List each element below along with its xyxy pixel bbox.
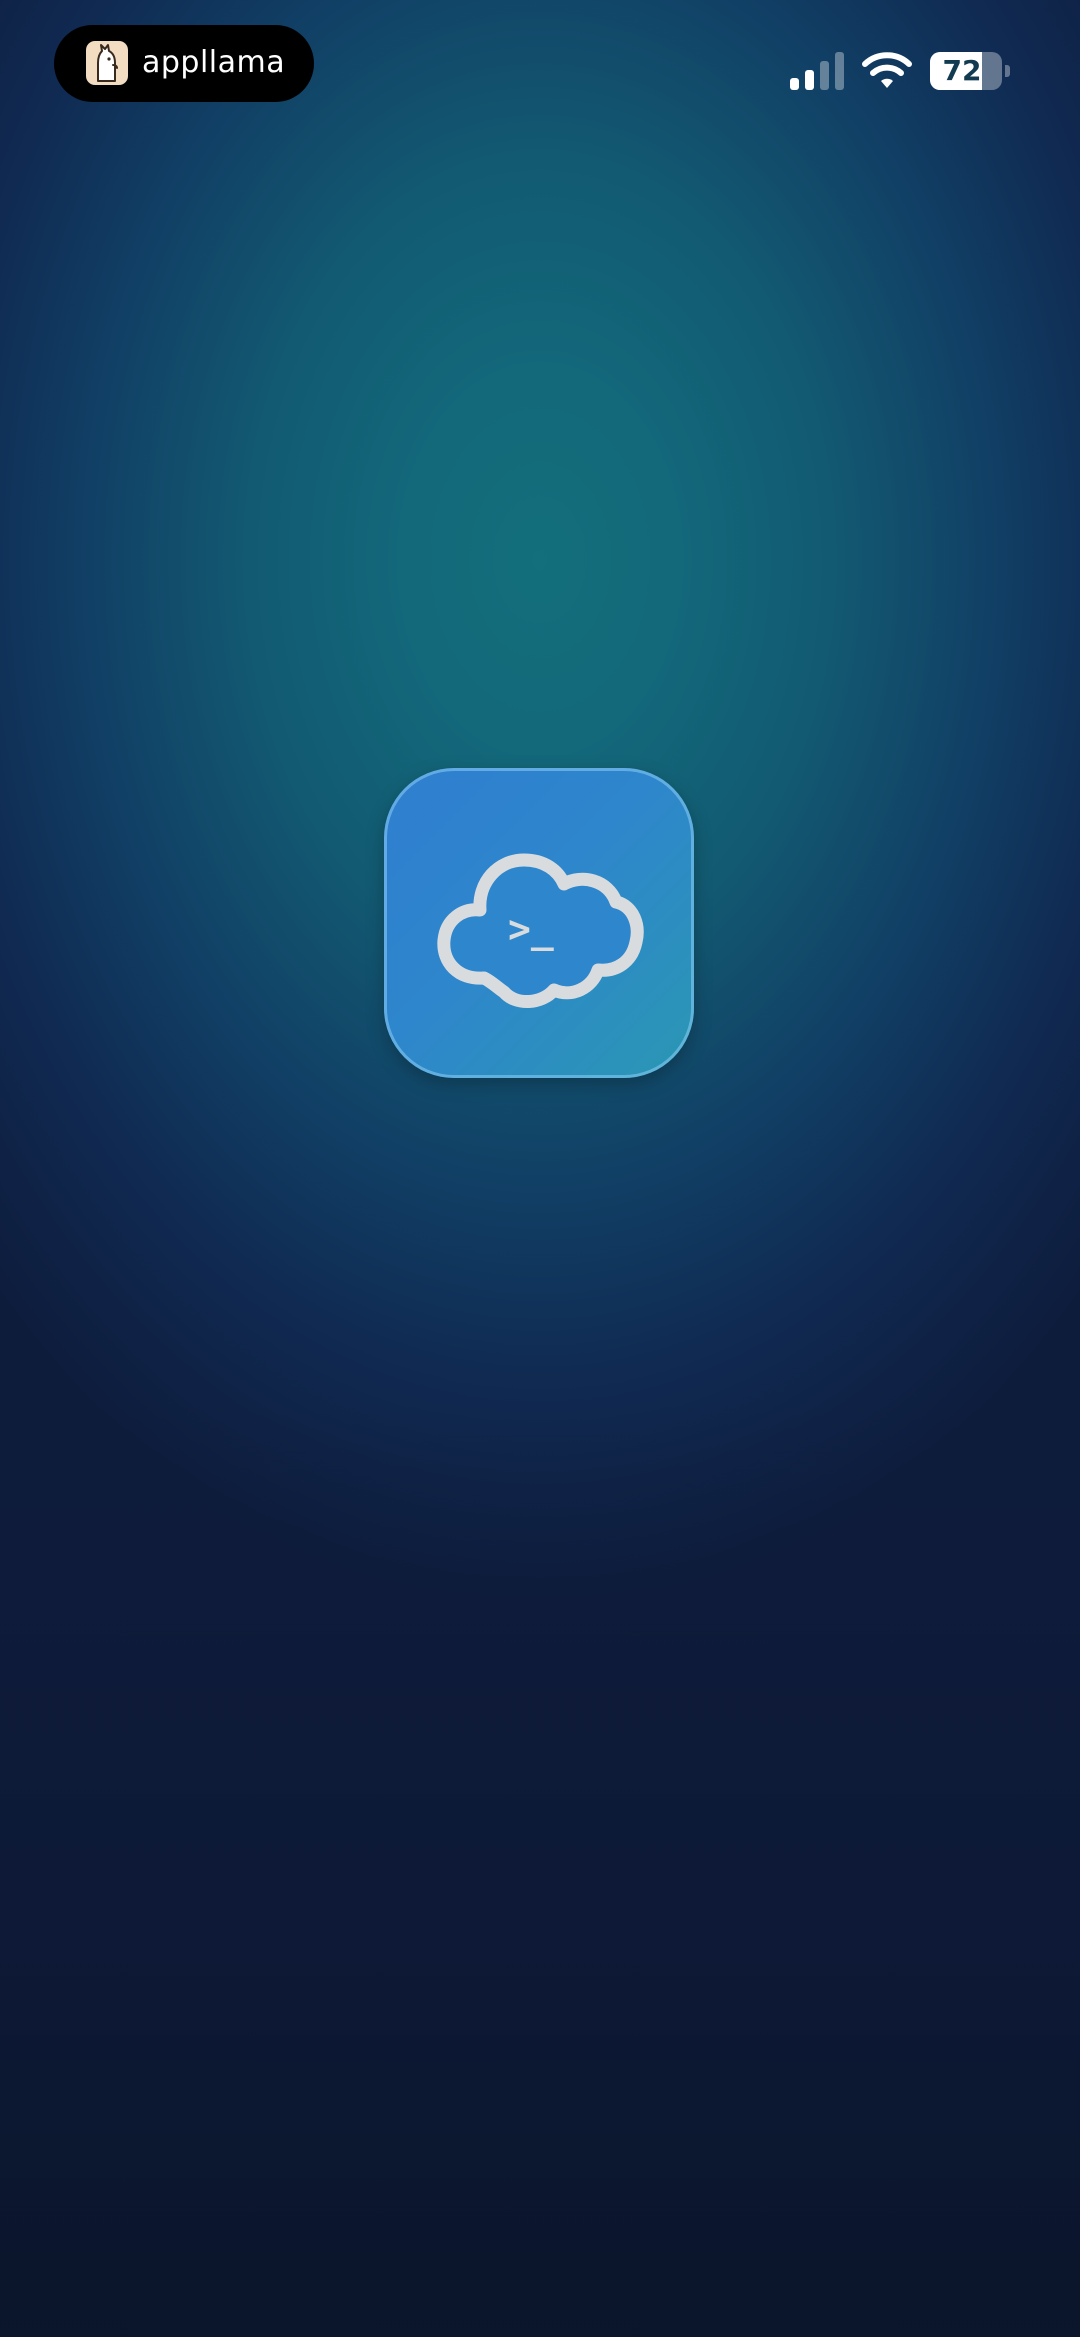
screen-recorder-pill[interactable]: appllama xyxy=(54,25,314,102)
signal-bar-3 xyxy=(820,61,829,90)
wifi-icon xyxy=(862,52,912,88)
cellular-signal-icon xyxy=(790,52,844,90)
recorder-label: appllama xyxy=(142,45,286,80)
signal-bar-2 xyxy=(805,70,814,90)
llama-icon xyxy=(86,41,128,85)
terminal-cloud-icon: >_ xyxy=(437,853,644,1008)
battery-body: 72 xyxy=(930,52,1002,90)
battery-icon: 72 xyxy=(930,52,1010,90)
battery-tip xyxy=(1005,65,1010,77)
signal-bar-1 xyxy=(790,78,799,90)
battery-level: 72 xyxy=(942,54,982,87)
app-launch-icon: >_ xyxy=(384,768,694,1078)
background-shade xyxy=(0,1400,1080,2337)
prompt-glyph: >_ xyxy=(508,907,554,951)
signal-bar-4 xyxy=(835,52,844,90)
